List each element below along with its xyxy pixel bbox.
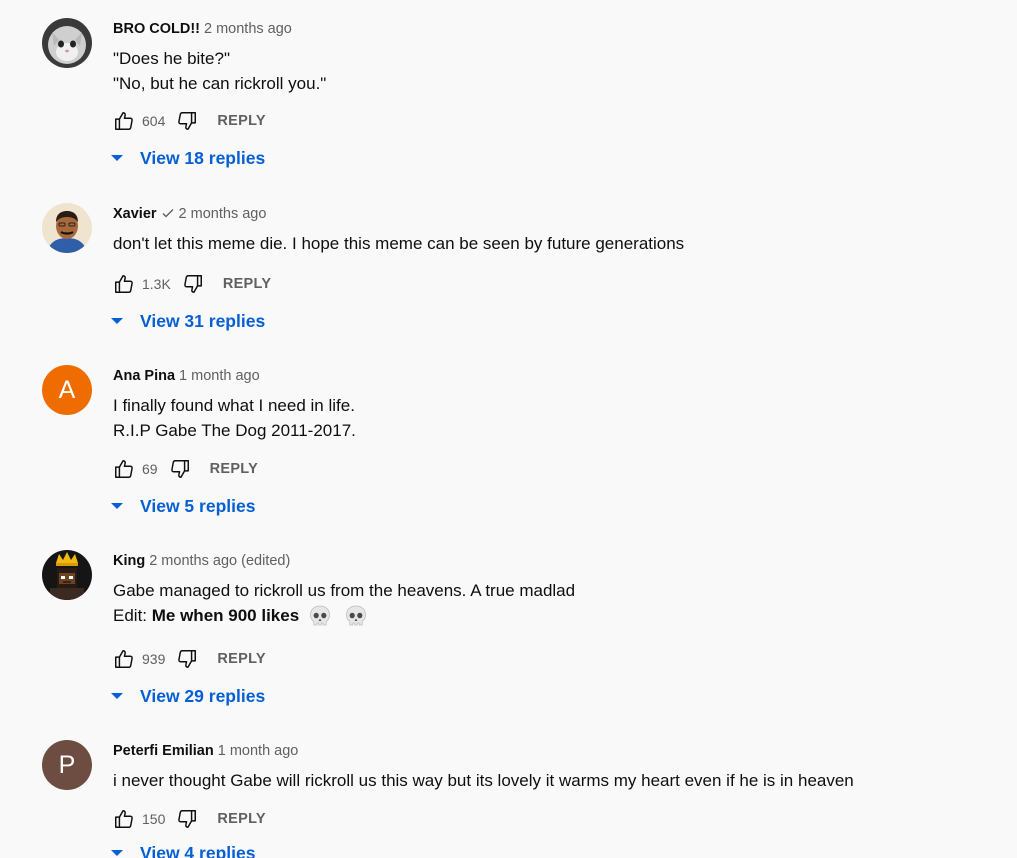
comment-text: "Does he bite?" "No, but he can rickroll… (113, 46, 326, 96)
thumbs-down-icon (178, 650, 197, 668)
view-replies-button[interactable]: View 18 replies (108, 146, 265, 170)
like-button[interactable] (112, 272, 136, 296)
thumbs-up-icon (115, 810, 133, 828)
cat-avatar-icon (42, 18, 92, 68)
caret-down-icon (108, 844, 126, 858)
comment-text: i never thought Gabe will rickroll us th… (113, 768, 854, 793)
pixel-king-avatar-icon (42, 550, 92, 600)
author-name[interactable]: King (113, 553, 145, 569)
man-portrait-avatar-icon (42, 203, 92, 253)
comment-text-line: Gabe managed to rickroll us from the hea… (113, 581, 576, 600)
comment-header: Xavier 2 months ago (113, 205, 266, 223)
comments-section: BRO COLD!! 2 months ago "Does he bite?" "… (0, 0, 1017, 858)
thumbs-down-icon (178, 810, 197, 828)
comment-actions: 150 REPLY (112, 807, 266, 831)
comment-header: Ana Pina 1 month ago (113, 367, 260, 385)
view-replies-button[interactable]: View 5 replies (108, 494, 255, 518)
dislike-button[interactable] (168, 457, 192, 481)
comment-text: I finally found what I need in life. R.I… (113, 393, 356, 443)
comment-actions: 604 REPLY (112, 109, 266, 133)
comment-actions: 939 REPLY (112, 647, 266, 671)
view-replies-label: View 31 replies (140, 310, 266, 331)
reply-button[interactable]: REPLY (223, 276, 272, 292)
avatar[interactable]: A (42, 365, 92, 415)
avatar[interactable]: P (42, 740, 92, 790)
thumbs-down-icon (170, 460, 189, 478)
like-count: 150 (142, 811, 166, 827)
avatar[interactable] (42, 550, 92, 600)
author-name[interactable]: Ana Pina (113, 368, 175, 384)
verified-check-icon (161, 206, 175, 218)
like-count: 939 (142, 651, 166, 667)
like-count: 69 (142, 461, 158, 477)
comment-text: Gabe managed to rickroll us from the hea… (113, 578, 575, 629)
reply-button[interactable]: REPLY (217, 113, 266, 129)
dislike-button[interactable] (175, 109, 199, 133)
view-replies-button[interactable]: View 29 replies (108, 684, 265, 708)
view-replies-label: View 5 replies (140, 495, 256, 516)
comment-time[interactable]: 2 months ago (edited) (149, 553, 290, 569)
comment-time[interactable]: 1 month ago (218, 743, 299, 759)
dislike-button[interactable] (181, 272, 205, 296)
edit-text: Me when 900 likes (151, 606, 300, 625)
comment-time[interactable]: 2 months ago (179, 206, 267, 222)
view-replies-button[interactable]: View 4 replies (108, 841, 255, 858)
like-button[interactable] (112, 109, 136, 133)
avatar-letter: A (58, 375, 76, 404)
view-replies-label: View 29 replies (140, 685, 266, 706)
dislike-button[interactable] (175, 807, 199, 831)
caret-down-icon (108, 149, 126, 167)
thumbs-down-icon (178, 112, 197, 130)
skull-emoji-icon (307, 603, 333, 629)
avatar[interactable] (42, 203, 92, 253)
dislike-button[interactable] (175, 647, 199, 671)
reply-button[interactable]: REPLY (217, 811, 266, 827)
comment-text-line: don't let this meme die. I hope this mem… (113, 234, 685, 253)
author-name[interactable]: Peterfi Emilian (113, 743, 214, 759)
comment-text-line: "Does he bite?" (113, 49, 230, 68)
caret-down-icon (108, 312, 126, 330)
comment-actions: 1.3K REPLY (112, 272, 271, 296)
comment-text-line: R.I.P Gabe The Dog 2011-2017. (113, 421, 356, 440)
like-count: 1.3K (142, 276, 171, 292)
thumbs-up-icon (115, 650, 133, 668)
view-replies-label: View 18 replies (140, 147, 266, 168)
thumbs-up-icon (115, 112, 133, 130)
comment-text-line: "No, but he can rickroll you." (113, 74, 327, 93)
caret-down-icon (108, 497, 126, 515)
like-button[interactable] (112, 807, 136, 831)
thumbs-down-icon (183, 275, 202, 293)
avatar-letter: P (58, 750, 76, 779)
comment-time[interactable]: 1 month ago (179, 368, 260, 384)
thumbs-up-icon (115, 460, 133, 478)
comment-header: Peterfi Emilian 1 month ago (113, 742, 298, 760)
author-name[interactable]: Xavier (113, 206, 157, 222)
comment-time[interactable]: 2 months ago (204, 21, 292, 37)
avatar[interactable] (42, 18, 92, 68)
comment-text-line: i never thought Gabe will rickroll us th… (113, 771, 854, 790)
edit-prefix: Edit: (113, 606, 152, 625)
comment-text: don't let this meme die. I hope this mem… (113, 231, 684, 256)
comment-header: BRO COLD!! 2 months ago (113, 20, 292, 38)
like-button[interactable] (112, 457, 136, 481)
author-name[interactable]: BRO COLD!! (113, 21, 200, 37)
comment-header: King 2 months ago (edited) (113, 552, 290, 570)
comment-edit-line: Edit: Me when 900 likes (113, 603, 575, 629)
thumbs-up-icon (115, 275, 133, 293)
caret-down-icon (108, 687, 126, 705)
comment-text-line: I finally found what I need in life. (113, 396, 355, 415)
skull-emoji-icon (343, 603, 369, 629)
like-button[interactable] (112, 647, 136, 671)
reply-button[interactable]: REPLY (210, 461, 259, 477)
view-replies-label: View 4 replies (140, 842, 256, 858)
view-replies-button[interactable]: View 31 replies (108, 309, 265, 333)
comment-actions: 69 REPLY (112, 457, 258, 481)
reply-button[interactable]: REPLY (217, 651, 266, 667)
like-count: 604 (142, 113, 166, 129)
